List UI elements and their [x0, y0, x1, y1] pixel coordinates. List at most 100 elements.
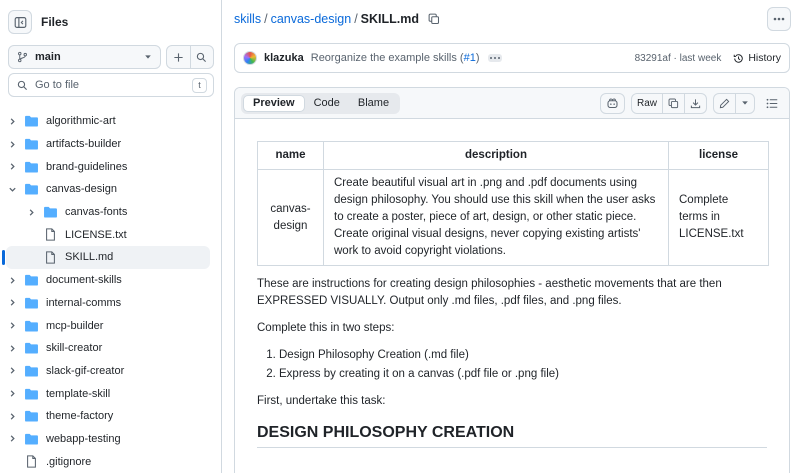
- tab-preview[interactable]: Preview: [243, 94, 305, 112]
- tree-file-item[interactable]: LICENSE.txt: [6, 223, 210, 246]
- paragraph-steps-intro: Complete this in two steps:: [257, 322, 395, 334]
- copy-raw-button[interactable]: [662, 93, 684, 113]
- raw-button[interactable]: Raw: [632, 94, 662, 113]
- branch-toolbar: main: [8, 45, 214, 69]
- commit-message-end: ): [475, 52, 480, 64]
- tree-folder-item[interactable]: internal-comms: [6, 292, 210, 315]
- tree-item-label: canvas-design: [46, 183, 117, 196]
- steps-list: Design Philosophy Creation (.md file) Ex…: [257, 347, 767, 383]
- branch-selector[interactable]: main: [8, 45, 161, 69]
- folder-icon: [24, 342, 39, 354]
- tab-blame[interactable]: Blame: [349, 95, 398, 112]
- folder-icon: [24, 161, 39, 173]
- go-to-file-field[interactable]: t: [8, 73, 214, 97]
- collapse-sidebar-button[interactable]: [8, 10, 32, 34]
- chevron-right-icon[interactable]: [6, 365, 18, 377]
- commit-pr-link[interactable]: #1: [464, 52, 476, 64]
- outline-button[interactable]: [761, 93, 783, 114]
- more-options-button[interactable]: [767, 7, 791, 31]
- tree-folder-item[interactable]: canvas-design: [6, 178, 210, 201]
- tree-file-item[interactable]: .gitignore: [6, 450, 210, 473]
- chevron-right-icon[interactable]: [6, 342, 18, 354]
- tree-folder-item[interactable]: algorithmic-art: [6, 110, 210, 133]
- file-tree-sidebar: Files main Go to file t algorithmic-art …: [0, 0, 222, 473]
- tab-code[interactable]: Code: [305, 95, 349, 112]
- commit-sha-time[interactable]: 83291af · last week: [635, 53, 722, 64]
- section-heading: DESIGN PHILOSOPHY CREATION: [257, 424, 767, 448]
- plus-icon: [174, 52, 183, 62]
- chevron-right-icon[interactable]: [6, 433, 18, 445]
- chevron-right-icon[interactable]: [25, 206, 37, 218]
- tree-item-label: webapp-testing: [46, 432, 121, 445]
- tree-item-label: artifacts-builder: [46, 138, 122, 151]
- branch-name: main: [35, 51, 61, 63]
- folder-icon: [24, 410, 39, 422]
- download-icon: [690, 98, 701, 108]
- file-icon: [43, 228, 58, 241]
- tree-item-label: SKILL.md: [65, 251, 114, 264]
- table-header-row: name description license: [257, 141, 769, 170]
- copy-path-button[interactable]: [428, 13, 440, 25]
- tree-folder-item[interactable]: skill-creator: [6, 337, 210, 360]
- folder-icon: [24, 138, 39, 150]
- table-cell-description: Create beautiful visual art in .png and …: [323, 169, 669, 266]
- tree-folder-item[interactable]: canvas-fonts: [6, 201, 210, 224]
- edit-button[interactable]: [714, 94, 735, 113]
- folder-icon: [24, 388, 39, 400]
- frontmatter-table: name description license canvas-design C…: [257, 141, 769, 266]
- tree-file-item[interactable]: SKILL.md: [2, 246, 210, 269]
- search-files-button[interactable]: [191, 46, 214, 68]
- go-to-file-input[interactable]: [35, 79, 192, 91]
- chevron-down-icon[interactable]: [6, 183, 18, 195]
- file-view: skills / canvas-design / SKILL.md klazuk…: [222, 0, 796, 473]
- table-cell-license: Complete terms in LICENSE.txt: [668, 169, 769, 266]
- chevron-right-icon[interactable]: [6, 274, 18, 286]
- add-file-button[interactable]: [167, 46, 191, 68]
- search-icon: [197, 52, 207, 62]
- copy-icon: [428, 13, 440, 25]
- commit-message-text: Reorganize the example skills (: [310, 52, 464, 64]
- chevron-right-icon[interactable]: [6, 138, 18, 150]
- file-header: Preview Code Blame Raw: [235, 88, 789, 119]
- commit-author[interactable]: klazuka: [264, 52, 304, 64]
- tree-folder-item[interactable]: slack-gif-creator: [6, 360, 210, 383]
- commit-message[interactable]: Reorganize the example skills (#1): [311, 52, 480, 64]
- breadcrumb-repo-link[interactable]: skills: [234, 12, 261, 26]
- tree-folder-item[interactable]: template-skill: [6, 382, 210, 405]
- tree-folder-item[interactable]: theme-factory: [6, 405, 210, 428]
- chevron-right-icon[interactable]: [6, 320, 18, 332]
- tree-folder-item[interactable]: mcp-builder: [6, 314, 210, 337]
- file-content-box: Preview Code Blame Raw name description …: [234, 87, 790, 473]
- history-label: History: [748, 52, 781, 64]
- table-header-cell: name: [257, 141, 324, 170]
- copilot-button[interactable]: [599, 92, 625, 114]
- tree-folder-item[interactable]: artifacts-builder: [6, 133, 210, 156]
- tree-folder-item[interactable]: document-skills: [6, 269, 210, 292]
- tree-item-label: document-skills: [46, 274, 122, 287]
- history-button[interactable]: History: [733, 52, 781, 64]
- download-button[interactable]: [684, 93, 706, 113]
- tree-item-label: internal-comms: [46, 296, 122, 309]
- view-mode-tabs: Preview Code Blame: [241, 92, 401, 114]
- tree-item-label: slack-gif-creator: [46, 364, 125, 377]
- tree-item-label: canvas-fonts: [65, 206, 128, 219]
- edit-options-button[interactable]: [735, 93, 754, 113]
- chevron-right-icon[interactable]: [6, 161, 18, 173]
- chevron-right-icon[interactable]: [6, 410, 18, 422]
- avatar[interactable]: [243, 51, 257, 65]
- sidebar-title: Files: [41, 15, 69, 29]
- tree-actions: [166, 45, 214, 69]
- pencil-icon: [719, 98, 730, 108]
- breadcrumb-current-file: SKILL.md: [360, 12, 420, 26]
- breadcrumb-separator: /: [354, 12, 358, 26]
- expand-commit-button[interactable]: [487, 54, 502, 62]
- tree-item-label: algorithmic-art: [46, 115, 116, 128]
- chevron-right-icon[interactable]: [6, 388, 18, 400]
- tree-folder-item[interactable]: webapp-testing: [6, 428, 210, 451]
- chevron-right-icon[interactable]: [6, 297, 18, 309]
- breadcrumb-folder-link[interactable]: canvas-design: [271, 12, 352, 26]
- tree-folder-item[interactable]: brand-guidelines: [6, 155, 210, 178]
- chevron-right-icon[interactable]: [6, 115, 18, 127]
